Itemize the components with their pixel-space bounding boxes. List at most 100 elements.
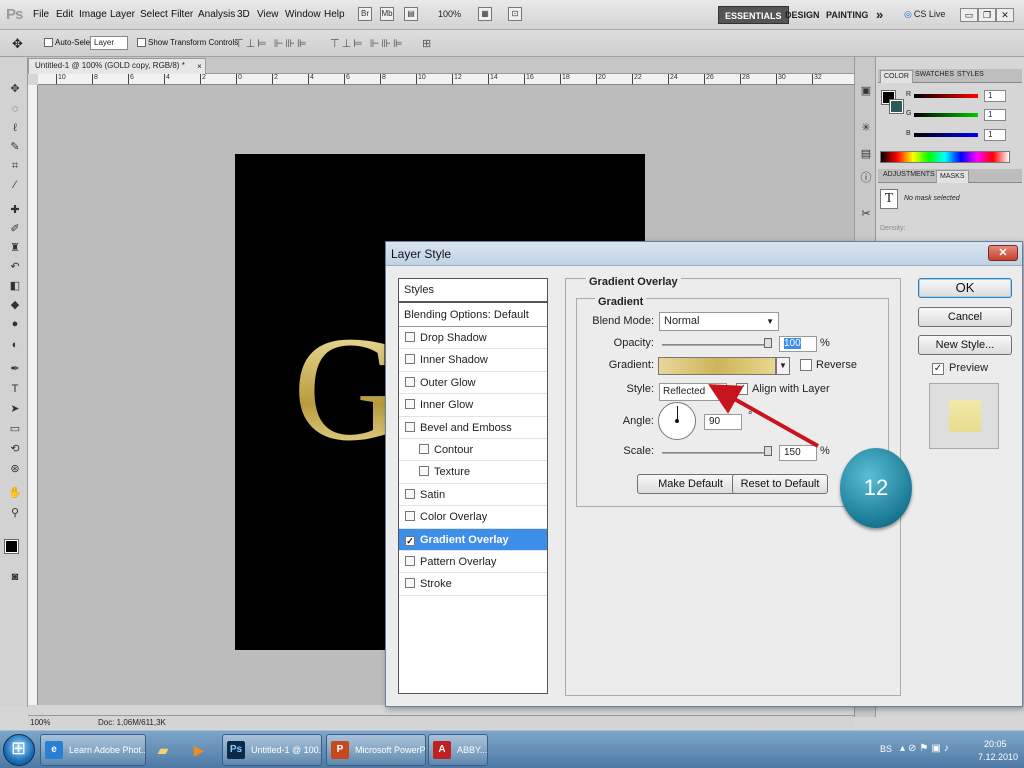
style-item-inner-glow[interactable]: Inner Glow <box>399 394 547 417</box>
system-tray-icons[interactable]: ▴⊘⚑▣♪ <box>900 743 952 754</box>
menu-window[interactable]: Window <box>285 9 321 20</box>
auto-align-icon[interactable]: ⊞ <box>422 37 433 50</box>
start-button[interactable] <box>3 734 35 766</box>
close-icon[interactable]: ✕ <box>996 8 1014 22</box>
blend-mode-select[interactable]: Normal ▼ <box>659 312 779 331</box>
align-icons[interactable]: ⊤⊥⊨ ⊩⊪⊫ <box>234 37 309 50</box>
style-item-bevel-and-emboss[interactable]: Bevel and Emboss <box>399 417 547 439</box>
style-item-checkbox[interactable] <box>405 511 415 522</box>
angle-dial[interactable] <box>658 402 696 440</box>
style-item-outer-glow[interactable]: Outer Glow <box>399 372 547 395</box>
style-item-checkbox[interactable] <box>405 354 415 365</box>
eraser-tool-icon[interactable]: ◧ <box>7 278 23 294</box>
gradient-picker[interactable] <box>658 357 776 375</box>
brush-tool-icon[interactable]: ✐ <box>7 221 23 237</box>
workspace-design[interactable]: DESIGN <box>779 6 826 24</box>
styles-header[interactable]: Styles <box>399 279 547 303</box>
reverse-checkbox[interactable] <box>800 359 812 371</box>
blue-value-input[interactable]: 1 <box>984 129 1006 141</box>
taskbar-abbyy[interactable]: A ABBY... <box>428 734 488 766</box>
reset-to-default-button[interactable]: Reset to Default <box>732 474 828 494</box>
style-item-checkbox[interactable] <box>405 488 415 499</box>
color-spectrum-ramp[interactable] <box>880 151 1010 163</box>
style-item-color-overlay[interactable]: Color Overlay <box>399 506 547 529</box>
cs-live-button[interactable]: CS Live <box>904 9 946 20</box>
style-item-pattern-overlay[interactable]: Pattern Overlay <box>399 551 547 574</box>
foreground-color-swatch[interactable] <box>4 539 19 554</box>
preview-checkbox[interactable]: ✓ <box>932 363 944 375</box>
zoom-select[interactable]: 100% <box>438 9 461 19</box>
green-value-input[interactable]: 1 <box>984 109 1006 121</box>
path-select-tool-icon[interactable]: ➤ <box>7 401 23 417</box>
language-indicator[interactable]: BS <box>880 744 892 754</box>
gradient-dropdown-chevron-icon[interactable]: ▼ <box>776 357 790 375</box>
ok-button[interactable]: OK <box>918 278 1012 298</box>
move-tool-icon[interactable]: ✥ <box>12 36 23 52</box>
quick-mask-icon[interactable]: ◙ <box>7 569 23 585</box>
stamp-tool-icon[interactable]: ♜ <box>7 240 23 256</box>
auto-select-checkbox[interactable] <box>44 38 53 47</box>
style-item-stroke[interactable]: Stroke <box>399 573 547 596</box>
style-item-checkbox[interactable] <box>405 578 415 589</box>
dialog-close-button[interactable]: ✕ <box>988 245 1018 261</box>
clock-date[interactable]: 7.12.2010 <box>978 752 1018 762</box>
style-item-gradient-overlay[interactable]: ✓ Gradient Overlay <box>399 528 547 551</box>
menu-3d[interactable]: 3D <box>237 9 250 20</box>
red-value-input[interactable]: 1 <box>984 90 1006 102</box>
info-panel-icon[interactable]: ⓘ <box>859 171 873 185</box>
dodge-tool-icon[interactable]: ◐ <box>7 337 23 353</box>
show-transform-checkbox[interactable] <box>137 38 146 47</box>
cancel-button[interactable]: Cancel <box>918 307 1012 327</box>
new-style-button[interactable]: New Style... <box>918 335 1012 355</box>
taskbar-photoshop[interactable]: Ps Untitled-1 @ 100... <box>222 734 322 766</box>
explorer-folder-icon[interactable]: ▰ <box>146 734 180 766</box>
tab-adjustments[interactable]: ADJUSTMENTS <box>880 171 938 178</box>
red-slider[interactable] <box>914 94 978 98</box>
make-default-button[interactable]: Make Default <box>637 474 744 494</box>
workspace-essentials[interactable]: ESSENTIALS <box>718 6 789 24</box>
workspace-painting[interactable]: PAINTING <box>820 6 874 24</box>
style-item-satin[interactable]: Satin <box>399 484 547 507</box>
paint-bucket-tool-icon[interactable]: ◆ <box>7 297 23 313</box>
style-item-checkbox[interactable] <box>405 332 415 342</box>
tab-masks[interactable]: MASKS <box>936 170 969 183</box>
opacity-slider-track[interactable] <box>662 344 772 346</box>
style-item-texture[interactable]: Texture <box>399 461 547 484</box>
3d-orbit-tool-icon[interactable]: ⊛ <box>7 461 23 477</box>
history-brush-tool-icon[interactable]: ↶ <box>7 259 23 275</box>
eyedropper-tool-icon[interactable]: ⁄ <box>7 177 23 193</box>
tab-swatches[interactable]: SWATCHES <box>912 71 957 78</box>
menu-edit[interactable]: Edit <box>56 9 73 20</box>
minimize-icon[interactable]: ▭ <box>960 8 978 22</box>
menu-image[interactable]: Image <box>79 9 107 20</box>
opacity-slider-thumb[interactable] <box>764 338 772 348</box>
dialog-titlebar[interactable]: Layer Style ✕ <box>386 242 1022 266</box>
color-panel-bg-swatch[interactable] <box>889 99 904 114</box>
style-item-checkbox[interactable] <box>419 443 429 454</box>
style-item-drop-shadow[interactable]: Drop Shadow <box>399 327 547 350</box>
style-item-checkbox[interactable] <box>405 421 415 432</box>
style-item-checkbox[interactable]: ✓ <box>405 535 415 546</box>
workspace-more-button[interactable]: » <box>870 6 889 24</box>
tab-styles[interactable]: STYLES <box>954 71 987 78</box>
arrange-documents-icon[interactable]: ▦ <box>478 7 492 21</box>
shape-tool-icon[interactable]: ▭ <box>7 421 23 437</box>
media-player-icon[interactable]: ▶ <box>182 734 216 766</box>
taskbar-powerpoint[interactable]: P Microsoft PowerP... <box>326 734 426 766</box>
healing-tool-icon[interactable]: ✚ <box>7 202 23 218</box>
crop-tool-icon[interactable]: ⌗ <box>7 158 23 174</box>
restore-icon[interactable]: ❐ <box>978 8 996 22</box>
status-zoom[interactable]: 100% <box>30 718 50 727</box>
menu-help[interactable]: Help <box>324 9 345 20</box>
lasso-tool-icon[interactable]: ℓ <box>7 120 23 136</box>
clock-time[interactable]: 20:05 <box>984 739 1007 749</box>
style-item-checkbox[interactable] <box>419 466 429 477</box>
style-item-checkbox[interactable] <box>405 399 415 410</box>
mini-bridge-icon[interactable]: Mb <box>380 7 394 21</box>
bridge-icon[interactable]: Br <box>358 7 372 21</box>
document-tab[interactable]: Untitled-1 @ 100% (GOLD copy, RGB/8) * × <box>28 58 206 74</box>
menu-file[interactable]: File <box>33 9 49 20</box>
green-slider[interactable] <box>914 113 978 117</box>
opacity-input[interactable]: 100 <box>779 336 817 352</box>
3d-panel-icon[interactable]: ✳ <box>859 121 873 135</box>
